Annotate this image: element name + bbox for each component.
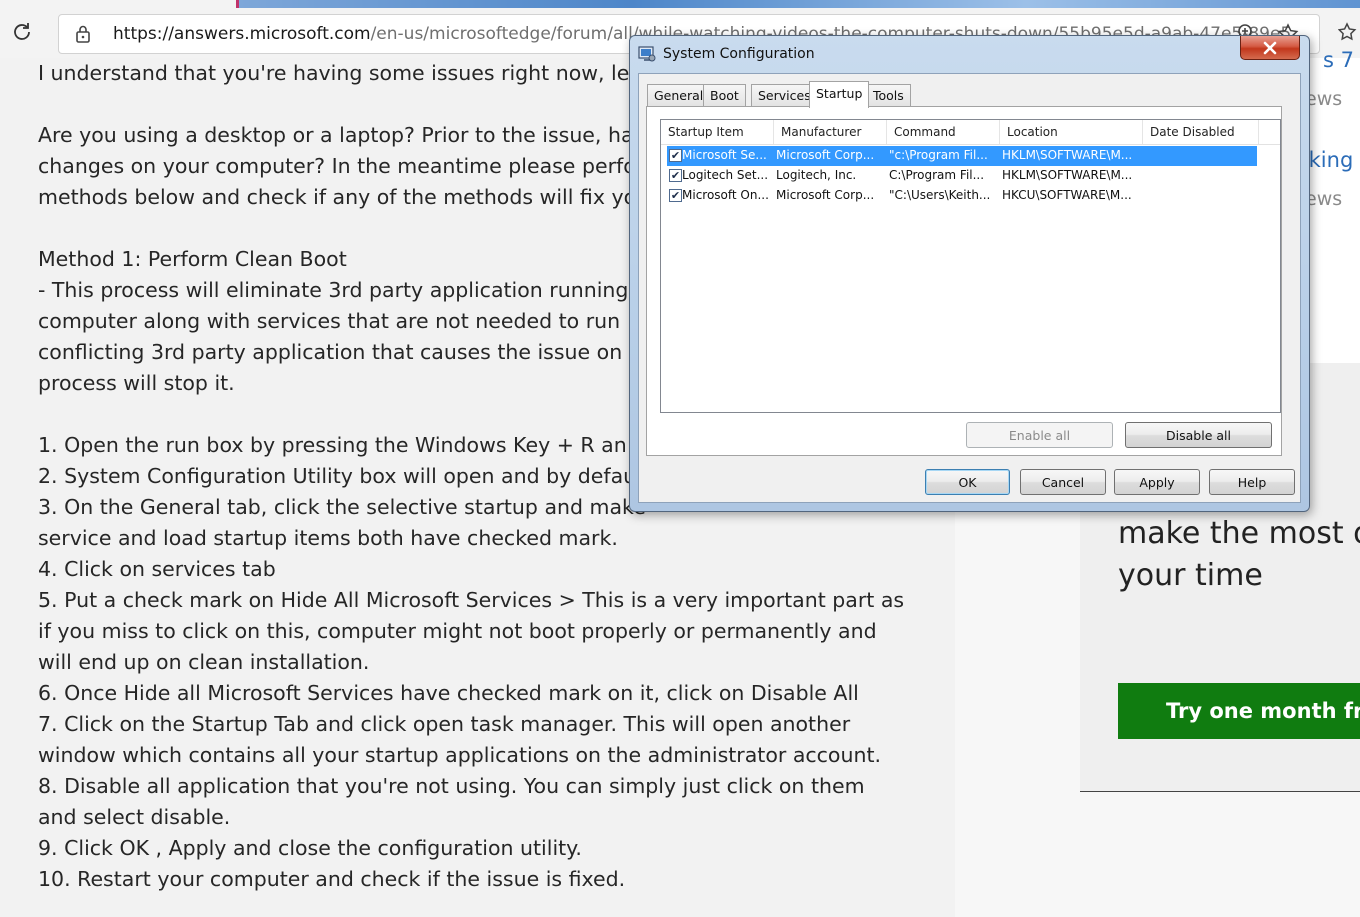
lock-icon[interactable] <box>75 24 91 44</box>
column-date-disabled[interactable]: Date Disabled <box>1143 120 1259 144</box>
tab-general[interactable]: General <box>647 84 711 106</box>
column-command[interactable]: Command <box>887 120 1000 144</box>
column-location[interactable]: Location <box>1000 120 1143 144</box>
startup-panel: Startup Item Manufacturer Command Locati… <box>646 106 1282 456</box>
answer-line: and select disable. <box>38 805 231 829</box>
try-free-button[interactable]: Try one month free <box>1118 683 1360 739</box>
cell-command: "C:\Users\Keith... <box>889 188 991 202</box>
dialog-title: System Configuration <box>663 46 815 62</box>
refresh-button[interactable] <box>8 18 36 46</box>
column-startup-item[interactable]: Startup Item <box>661 120 774 144</box>
startup-items-list[interactable]: Startup Item Manufacturer Command Locati… <box>660 119 1281 413</box>
answer-line: window which contains all your startup a… <box>38 743 882 767</box>
cell-location: HKCU\SOFTWARE\M... <box>1002 188 1132 202</box>
url-host: https://answers.microsoft.com <box>113 24 371 44</box>
startup-item-checkbox[interactable]: ✔ <box>669 149 682 162</box>
close-icon <box>1263 41 1277 54</box>
answer-line: 5. Put a check mark on Hide All Microsof… <box>38 588 905 612</box>
cell-manufacturer: Microsoft Corp... <box>776 188 875 202</box>
related-thread-views: ews <box>1305 188 1343 210</box>
tab-tools[interactable]: Tools <box>866 84 911 106</box>
help-button[interactable]: Help <box>1209 469 1295 495</box>
column-manufacturer[interactable]: Manufacturer <box>774 120 887 144</box>
cell-manufacturer: Logitech, Inc. <box>776 168 857 182</box>
related-thread-link[interactable]: s 7 <box>1323 48 1354 72</box>
cell-command: "c:\Program Fil... <box>889 148 988 162</box>
cell-manufacturer: Microsoft Corp... <box>776 148 875 162</box>
cell-item: Logitech Set... <box>682 168 769 182</box>
answer-line: 10. Restart your computer and check if t… <box>38 867 626 891</box>
answer-line: will end up on clean installation. <box>38 650 370 674</box>
tab-strip <box>236 0 1360 8</box>
cell-location: HKLM\SOFTWARE\M... <box>1002 148 1133 162</box>
disable-all-button[interactable]: Disable all <box>1125 422 1272 448</box>
list-header: Startup Item Manufacturer Command Locati… <box>661 120 1280 145</box>
cell-item: Microsoft On... <box>682 188 769 202</box>
startup-item-checkbox[interactable]: ✔ <box>669 169 682 182</box>
close-button[interactable] <box>1240 36 1300 60</box>
answer-line: 6. Once Hide all Microsoft Services have… <box>38 681 859 705</box>
system-configuration-dialog: System Configuration General Boot Servic… <box>629 35 1310 512</box>
cell-location: HKLM\SOFTWARE\M... <box>1002 168 1133 182</box>
related-thread-views: ews <box>1305 88 1343 110</box>
answer-line: 4. Click on services tab <box>38 557 276 581</box>
answer-line: 9. Click OK , Apply and close the config… <box>38 836 582 860</box>
startup-item-row[interactable]: ✔ Microsoft On... Microsoft Corp... "C:\Use… <box>667 186 1257 206</box>
msconfig-icon <box>638 46 656 62</box>
cell-item: Microsoft Se... <box>682 148 767 162</box>
answer-line: if you miss to click on this, computer m… <box>38 619 877 643</box>
tab-boot[interactable]: Boot <box>703 84 746 106</box>
favorites-icon[interactable] <box>1338 22 1360 44</box>
answer-line: service and load startup items both have… <box>38 526 618 550</box>
tab-services[interactable]: Services <box>751 84 818 106</box>
cell-command: C:\Program Fil... <box>889 168 985 182</box>
ok-button[interactable]: OK <box>925 469 1010 495</box>
answer-line: 8. Disable all application that you're n… <box>38 774 865 798</box>
startup-item-row[interactable]: ✔ Logitech Set... Logitech, Inc. C:\Program… <box>667 166 1257 186</box>
startup-item-checkbox[interactable]: ✔ <box>669 189 682 202</box>
startup-item-row[interactable]: ✔ Microsoft Se... Microsoft Corp... "c:\Pro… <box>667 146 1257 166</box>
dialog-client: General Boot Services Startup Tools Star… <box>638 73 1301 503</box>
answer-line: 7. Click on the Startup Tab and click op… <box>38 712 851 736</box>
enable-all-button[interactable]: Enable all <box>966 422 1113 448</box>
apply-button[interactable]: Apply <box>1114 469 1200 495</box>
cancel-button[interactable]: Cancel <box>1020 469 1106 495</box>
refresh-icon <box>14 23 30 40</box>
tab-startup[interactable]: Startup <box>809 81 870 108</box>
